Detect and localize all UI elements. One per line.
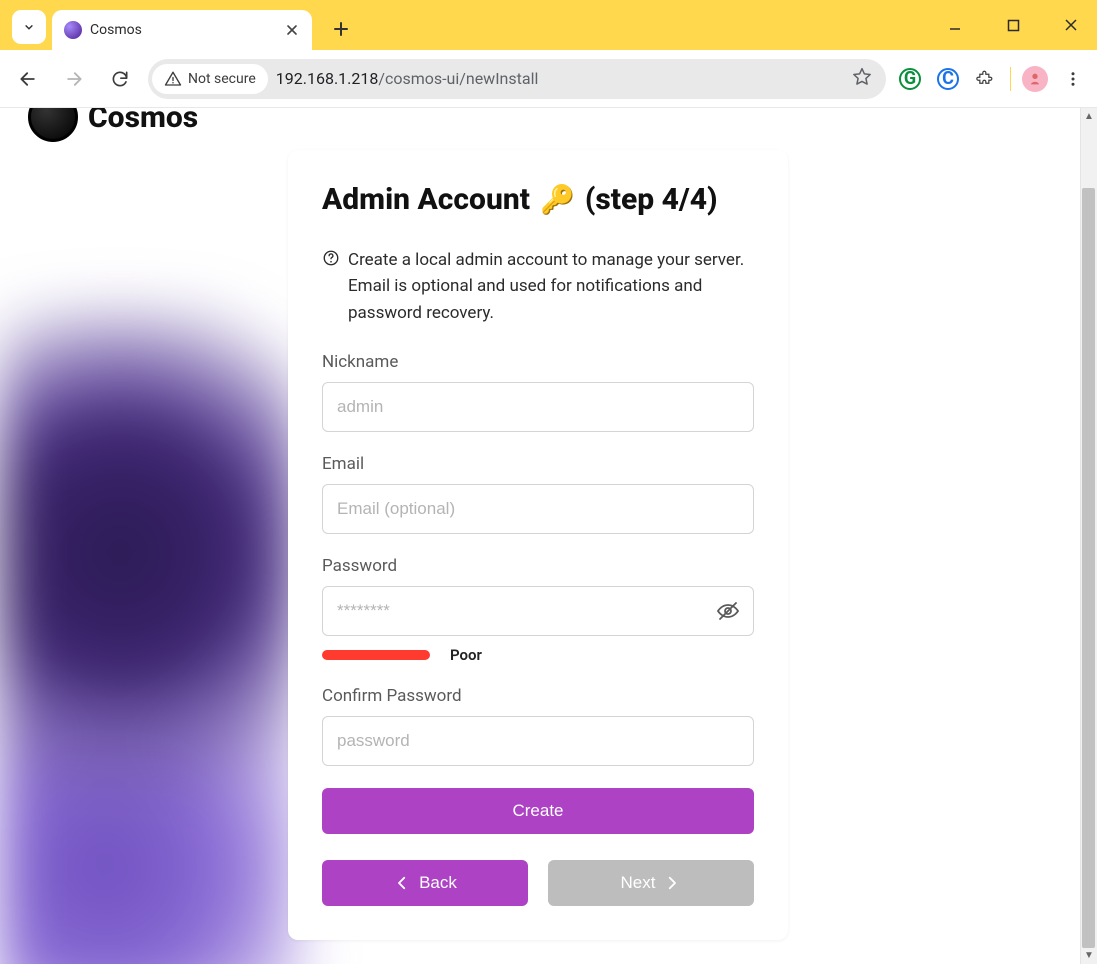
nav-forward-button[interactable] [56,61,92,97]
confirm-password-input[interactable] [322,716,754,766]
card-heading: Admin Account 🔑 (step 4/4) [322,182,754,217]
kebab-menu-icon [1064,70,1082,88]
chevron-left-icon [393,874,411,892]
page-viewport: Cosmos Admin Account 🔑 (step 4/4) Create… [0,108,1097,964]
browser-titlebar: Cosmos [0,0,1097,50]
chevron-right-icon [663,874,681,892]
confirm-password-group: Confirm Password [322,686,754,766]
password-input[interactable] [322,586,754,636]
chevron-down-icon [22,20,36,34]
minimize-icon [948,18,962,32]
bookmark-button[interactable] [852,67,872,91]
browser-toolbar: Not secure 192.168.1.218/cosmos-ui/newIn… [0,50,1097,108]
url-path: /cosmos-ui/newInstall [378,69,538,88]
heading-step: (step 4/4) [585,182,718,217]
app-brand: Cosmos [28,108,198,142]
password-label: Password [322,556,754,576]
key-icon: 🔑 [540,183,575,216]
close-icon [286,24,298,36]
nav-button-row: Back Next [322,860,754,906]
app-logo-icon [28,108,78,142]
background-gradient [0,308,300,964]
extension-g[interactable]: G [896,65,924,93]
url-text: 192.168.1.218/cosmos-ui/newInstall [276,69,539,88]
scroll-down-button[interactable]: ▼ [1081,947,1097,964]
scroll-thumb[interactable] [1082,188,1095,948]
email-group: Email [322,454,754,534]
tab-favicon [64,21,82,39]
tab-close-button[interactable] [284,22,300,38]
back-button-label: Back [419,873,457,893]
nav-back-button[interactable] [10,61,46,97]
app-name: Cosmos [88,108,198,135]
tab-title: Cosmos [90,22,276,38]
password-group: Password Poor [322,556,754,664]
nickname-label: Nickname [322,352,754,372]
avatar-icon [1022,66,1048,92]
arrow-left-icon [18,69,38,89]
extension-c[interactable]: C [934,65,962,93]
letter-c-icon: C [937,68,959,90]
maximize-icon [1007,19,1020,32]
new-tab-button[interactable] [324,12,358,46]
window-controls [935,8,1091,42]
puzzle-icon [976,69,996,89]
vertical-scrollbar[interactable]: ▲ ▼ [1080,108,1097,964]
warning-triangle-icon [164,70,182,88]
strength-label: Poor [450,646,482,664]
heading-pre: Admin Account [322,182,530,217]
extensions-button[interactable] [972,65,1000,93]
nickname-input[interactable] [322,382,754,432]
email-input[interactable] [322,484,754,534]
close-icon [1064,18,1078,32]
password-strength: Poor [322,646,754,664]
scroll-up-button[interactable]: ▲ [1081,108,1097,125]
security-chip[interactable]: Not secure [152,64,268,94]
card-description: Create a local admin account to manage y… [322,247,754,326]
window-minimize-button[interactable] [935,8,975,42]
window-maximize-button[interactable] [993,8,1033,42]
back-button[interactable]: Back [322,860,528,906]
strength-bar [322,650,430,660]
address-bar[interactable]: Not secure 192.168.1.218/cosmos-ui/newIn… [148,59,886,99]
help-icon [322,249,340,326]
create-button-label: Create [512,801,563,821]
admin-account-card: Admin Account 🔑 (step 4/4) Create a loca… [288,150,788,940]
letter-g-icon: G [899,68,921,90]
confirm-password-label: Confirm Password [322,686,754,706]
security-label: Not secure [188,71,256,87]
profile-button[interactable] [1021,65,1049,93]
nickname-group: Nickname [322,352,754,432]
toolbar-separator [1010,67,1011,91]
reload-icon [110,69,130,89]
description-text: Create a local admin account to manage y… [348,247,754,326]
arrow-right-icon [64,69,84,89]
next-button-label: Next [621,873,656,893]
tab-search-button[interactable] [12,10,46,44]
create-button[interactable]: Create [322,788,754,834]
url-host: 192.168.1.218 [276,69,379,88]
window-close-button[interactable] [1051,8,1091,42]
browser-tab[interactable]: Cosmos [52,10,312,50]
nav-reload-button[interactable] [102,61,138,97]
next-button[interactable]: Next [548,860,754,906]
star-icon [852,67,872,87]
toggle-password-visibility-button[interactable] [712,595,744,627]
plus-icon [333,21,349,37]
eye-off-icon [716,599,740,623]
email-label: Email [322,454,754,474]
chrome-menu-button[interactable] [1059,65,1087,93]
